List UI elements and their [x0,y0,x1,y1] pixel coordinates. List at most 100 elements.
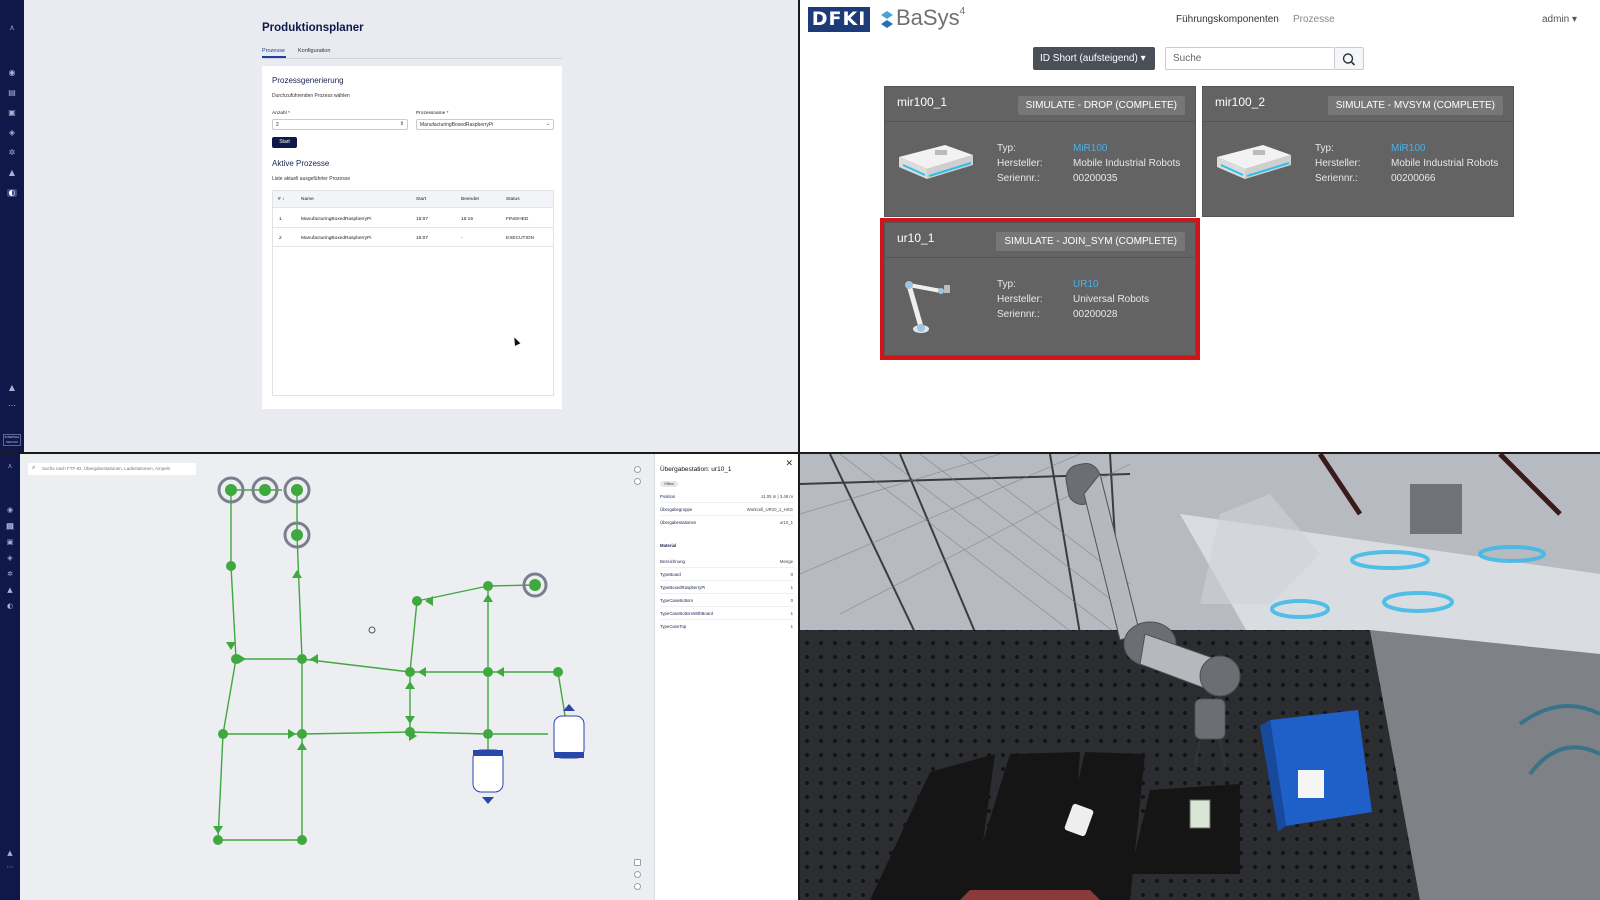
maker-value: Mobile Industrial Robots [1391,158,1499,169]
material-name: TypeCaseBottom [660,598,693,603]
type-label: Typ: [1315,143,1334,154]
basys-logo-icon [881,11,893,28]
tab-prozesse[interactable]: Prozesse [262,48,285,54]
asset-card-mir100-1[interactable]: mir100_1 SIMULATE - DROP (COMPLETE) Typ:… [884,86,1196,217]
type-label: Typ: [997,143,1016,154]
route-graph[interactable] [20,454,654,900]
col-status[interactable]: Status [506,197,520,202]
row1-id: 1 [279,217,282,222]
close-icon[interactable]: ✕ [785,458,793,469]
nav-assets-icon[interactable]: ▣ [6,539,14,546]
serial-label: Seriennr.: [997,173,1040,184]
basys-logo: BaSys4 [896,5,965,31]
field-value: 11.05 m | 3.48 m [761,494,793,499]
sort-dropdown[interactable]: ID Short (aufsteigend) ▾ [1033,47,1155,70]
asset-state-badge: SIMULATE - JOIN_SYM (COMPLETE) [996,232,1185,251]
mir100-robot-image [1217,145,1291,179]
type-link[interactable]: MiR100 [1391,143,1425,154]
nav-settings-icon[interactable]: ✲ [6,571,14,578]
basys-logo-text: BaSys [896,5,960,30]
field-key: Übergabegruppe [660,507,693,512]
stepper-icon[interactable]: ⇕ [400,121,404,127]
more-icon[interactable]: ⋯ [6,864,14,871]
tab-divider [262,57,562,59]
nav-planner-icon[interactable]: ◐ [7,189,17,197]
maker-label: Hersteller: [997,294,1043,305]
row-divider [660,502,794,503]
map-layer-icon[interactable] [634,466,641,473]
row-divider [273,207,553,208]
count-input[interactable]: 2 ⇕ [272,119,408,130]
start-button[interactable]: Start [272,137,297,148]
logo-icon[interactable]: ⋏ [6,463,14,470]
material-qty: 1 [790,585,793,590]
row-divider [273,227,553,228]
user-menu[interactable]: admin ▾ [1542,14,1577,25]
col-name[interactable]: Name [301,197,314,202]
serial-label: Seriennr.: [997,309,1040,320]
nav-planner-icon[interactable]: ◐ [6,603,14,610]
panel-title: Übergabestation: ur10_1 [660,466,732,473]
nav-assets-icon[interactable]: ▣ [7,109,17,117]
nav-notifications-icon[interactable]: ▲ [6,587,14,594]
nav-dashboard-icon[interactable]: ◉ [6,507,14,514]
zoom-out-icon[interactable] [634,883,641,890]
row2-end: - [461,236,463,241]
production-planner-window: ⋏ ◉ ▤ ▣ ◈ ✲ ▲ ◐ ▲ ⋯ INTERNAL INFCON Prod… [0,0,798,452]
nav-layers-icon[interactable]: ◈ [7,129,17,137]
nav-layers-icon[interactable]: ◈ [6,555,14,562]
alert-icon[interactable]: ▲ [7,384,17,392]
process-name-label: Prozessname * [416,111,449,116]
row-divider [660,580,794,581]
divider [885,121,1195,122]
row-divider [660,606,794,607]
nav-prozesse[interactable]: Prozesse [1293,14,1335,25]
nav-map-icon[interactable]: ▤ [6,523,14,530]
nav-dashboard-icon[interactable]: ◉ [7,69,17,77]
planner-sidebar: ⋏ ◉ ▤ ▣ ◈ ✲ ▲ ◐ ▲ ⋯ INTERNAL INFCON [0,0,24,452]
material-col-name: Bezeichnung [660,559,685,564]
search-icon: ⌕ [32,465,36,471]
col-id[interactable]: # ↓ [278,197,284,202]
divider [1203,121,1513,122]
nav-settings-icon[interactable]: ✲ [7,149,17,157]
logo-icon[interactable]: ⋏ [7,24,17,32]
nav-notifications-icon[interactable]: ▲ [7,169,17,177]
row2-id: 2 [279,236,282,241]
process-card: Prozessgenerierung Durchzuführenden Proz… [262,66,562,409]
tab-konfiguration[interactable]: Konfiguration [298,48,330,54]
type-link[interactable]: MiR100 [1073,143,1107,154]
map-search-input[interactable]: Suche nach FTF-ID, Übergabestationen, La… [28,463,196,475]
col-start[interactable]: Start [416,197,426,202]
process-name-select[interactable]: ManufacturingBoxedRaspberryPi ⌄ [416,119,554,130]
fullscreen-icon[interactable] [634,859,641,866]
row-divider [660,593,794,594]
nav-fuehrungskomponenten[interactable]: Führungskomponenten [1176,14,1279,25]
material-qty: 1 [790,611,793,616]
divider [885,257,1195,258]
map-info-icon[interactable] [634,478,641,485]
material-qty: 0 [790,572,793,577]
serial-value: 00200035 [1073,173,1118,184]
alert-icon[interactable]: ▲ [6,850,14,857]
zoom-in-icon[interactable] [634,871,641,878]
field-key: Übergabestationen [660,520,697,525]
field-key: Position [660,494,676,499]
maker-value: Mobile Industrial Robots [1073,158,1181,169]
nav-map-icon[interactable]: ▤ [7,89,17,97]
type-link[interactable]: UR10 [1073,279,1099,290]
material-qty: 0 [790,598,793,603]
map-sidebar: ⋏ ◉ ▤ ▣ ◈ ✲ ▲ ◐ ▲ ⋯ [0,454,20,900]
maker-label: Hersteller: [997,158,1043,169]
ur10-robot-arm-image [905,281,950,333]
search-input[interactable]: Suche [1165,47,1335,70]
row2-start: 16:07 [416,236,429,241]
route-map[interactable] [20,454,654,900]
col-end[interactable]: Beendet [461,197,479,202]
serial-label: Seriennr.: [1315,173,1358,184]
search-button[interactable] [1335,47,1364,70]
asset-card-mir100-2[interactable]: mir100_2 SIMULATE - MVSYM (COMPLETE) Typ… [1202,86,1514,217]
more-icon[interactable]: ⋯ [7,402,17,410]
asset-card-ur10-1[interactable]: ur10_1 SIMULATE - JOIN_SYM (COMPLETE) Ty… [880,218,1200,360]
row1-status: FINISHED [506,217,529,222]
